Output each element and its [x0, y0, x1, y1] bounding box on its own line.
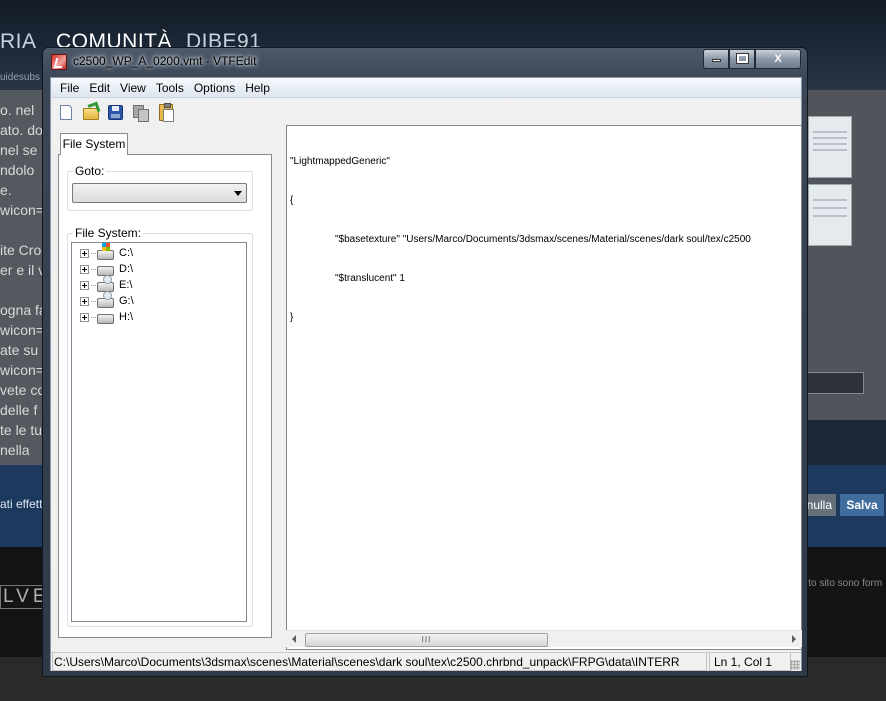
dvd-drive-icon: [97, 291, 114, 308]
menu-file[interactable]: File: [55, 78, 84, 98]
expand-icon[interactable]: [80, 248, 89, 258]
menu-view[interactable]: View: [115, 78, 151, 98]
scroll-left-icon[interactable]: [292, 635, 296, 643]
background-nav-item[interactable]: RIA: [0, 30, 37, 54]
file-system-group: File System: C:\ D:\ E:\ G:\ H:\: [67, 226, 253, 627]
file-system-tree[interactable]: C:\ D:\ E:\ G:\ H:\: [71, 242, 247, 622]
new-file-button[interactable]: [55, 102, 76, 123]
system-drive-icon: [97, 243, 114, 260]
goto-group: Goto:: [67, 164, 253, 211]
save-button[interactable]: [105, 102, 126, 123]
drive-label: C:\: [119, 247, 134, 259]
chevron-down-icon: [234, 191, 242, 196]
expand-icon[interactable]: [80, 312, 89, 322]
background-text-line: ndolo: [0, 162, 35, 178]
background-text-line: ite Cro: [0, 242, 42, 258]
status-file-path: C:\Users\Marco\Documents\3dsmax\scenes\M…: [52, 653, 707, 671]
background-text-line: wicon=: [0, 362, 44, 378]
app-icon[interactable]: [51, 54, 67, 70]
caption-buttons: X: [703, 49, 801, 69]
menu-edit[interactable]: Edit: [84, 78, 115, 98]
close-icon: X: [774, 53, 782, 65]
vmt-text-editor[interactable]: "LightmappedGeneric" { "$basetexture" "U…: [286, 125, 802, 650]
goto-dropdown[interactable]: [72, 183, 247, 203]
background-action-text: ati effett: [0, 497, 43, 511]
maximize-icon: [735, 53, 749, 64]
background-text-line: nella: [0, 442, 30, 458]
status-cursor-position: Ln 1, Col 1: [709, 653, 791, 671]
paste-icon: [158, 102, 174, 122]
background-text-line: o. nel: [0, 102, 35, 118]
status-bar: C:\Users\Marco\Documents\3dsmax\scenes\M…: [51, 652, 801, 671]
goto-label: Goto:: [73, 164, 107, 178]
resize-grip-icon[interactable]: [790, 660, 800, 670]
background-text-line: wicon=: [0, 322, 44, 338]
background-text-line: ogna fa: [0, 302, 44, 318]
tab-file-system[interactable]: File System: [60, 133, 128, 155]
toolbar: [51, 99, 801, 125]
background-text-line: e.: [0, 182, 12, 198]
drive-label: H:\: [119, 311, 134, 323]
vtfedit-window: c2500_WP_A_0200.vmt - VTFEdit X File Edi…: [42, 47, 808, 677]
code-line: }: [290, 312, 294, 323]
background-text-line: wicon=: [0, 202, 44, 218]
scroll-thumb[interactable]: III: [305, 633, 548, 647]
expand-icon[interactable]: [80, 264, 89, 274]
code-line: "LightmappedGeneric": [290, 156, 390, 167]
background-footer-text: ito sito sono form: [806, 578, 883, 589]
background-text-line: ate su: [0, 342, 39, 358]
hard-drive-icon: [97, 314, 114, 324]
drive-label: E:\: [119, 279, 133, 291]
background-text-line: vete co: [0, 382, 44, 398]
file-system-label: File System:: [73, 226, 144, 240]
menu-options[interactable]: Options: [189, 78, 240, 98]
horizontal-scrollbar[interactable]: III: [286, 630, 802, 647]
code-line: "$basetexture" "Users/Marco/Documents/3d…: [335, 234, 751, 245]
copy-icon: [133, 104, 149, 122]
salva-button[interactable]: Salva: [840, 494, 884, 516]
background-text-line: ato. dop: [0, 122, 44, 138]
background-subtext: uidesubs: [0, 72, 41, 83]
background-text-line: delle f: [0, 402, 38, 418]
tree-item-drive[interactable]: C:\: [80, 243, 134, 261]
code-line: {: [290, 195, 294, 206]
menu-bar: File Edit View Tools Options Help: [51, 78, 801, 98]
editor-content: "LightmappedGeneric" { "$basetexture" "U…: [290, 129, 751, 350]
open-file-button[interactable]: [80, 102, 101, 123]
minimize-icon: [711, 59, 721, 62]
menu-tools[interactable]: Tools: [151, 78, 189, 98]
background-input[interactable]: [806, 372, 864, 394]
open-folder-icon: [82, 107, 99, 120]
background-text-line: te le tu: [0, 422, 43, 438]
background-text-line: er e il v: [0, 262, 44, 278]
scroll-right-icon[interactable]: [792, 635, 796, 643]
maximize-button[interactable]: [729, 49, 755, 69]
drive-label: G:\: [119, 295, 134, 307]
background-thumbnail[interactable]: [808, 116, 852, 178]
save-icon: [108, 104, 123, 120]
background-text-line: [0, 220, 44, 240]
code-line: "$translucent" 1: [335, 273, 405, 284]
expand-icon[interactable]: [80, 296, 89, 306]
tree-item-drive[interactable]: H:\: [80, 309, 133, 325]
drive-label: D:\: [119, 263, 134, 275]
window-title: c2500_WP_A_0200.vmt - VTFEdit: [73, 54, 257, 68]
paste-button[interactable]: [155, 102, 176, 123]
expand-icon[interactable]: [80, 280, 89, 290]
background-left-text: o. nel ato. dop nel se ndolo e. wicon= ite Cr…: [0, 100, 44, 480]
background-text-line: [0, 280, 44, 300]
tree-item-drive[interactable]: G:\: [80, 291, 134, 309]
background-thumbnail[interactable]: [808, 184, 852, 246]
window-client-area: File Edit View Tools Options Help File S…: [50, 77, 802, 671]
copy-button[interactable]: [130, 102, 151, 123]
file-system-panel: Goto: File System: C:\ D:\ E:\ G:\ H:\: [58, 154, 272, 638]
new-file-icon: [59, 104, 72, 120]
minimize-button[interactable]: [703, 49, 729, 69]
close-button[interactable]: X: [755, 49, 801, 69]
background-text-line: nel se: [0, 142, 38, 158]
menu-help[interactable]: Help: [240, 78, 275, 98]
